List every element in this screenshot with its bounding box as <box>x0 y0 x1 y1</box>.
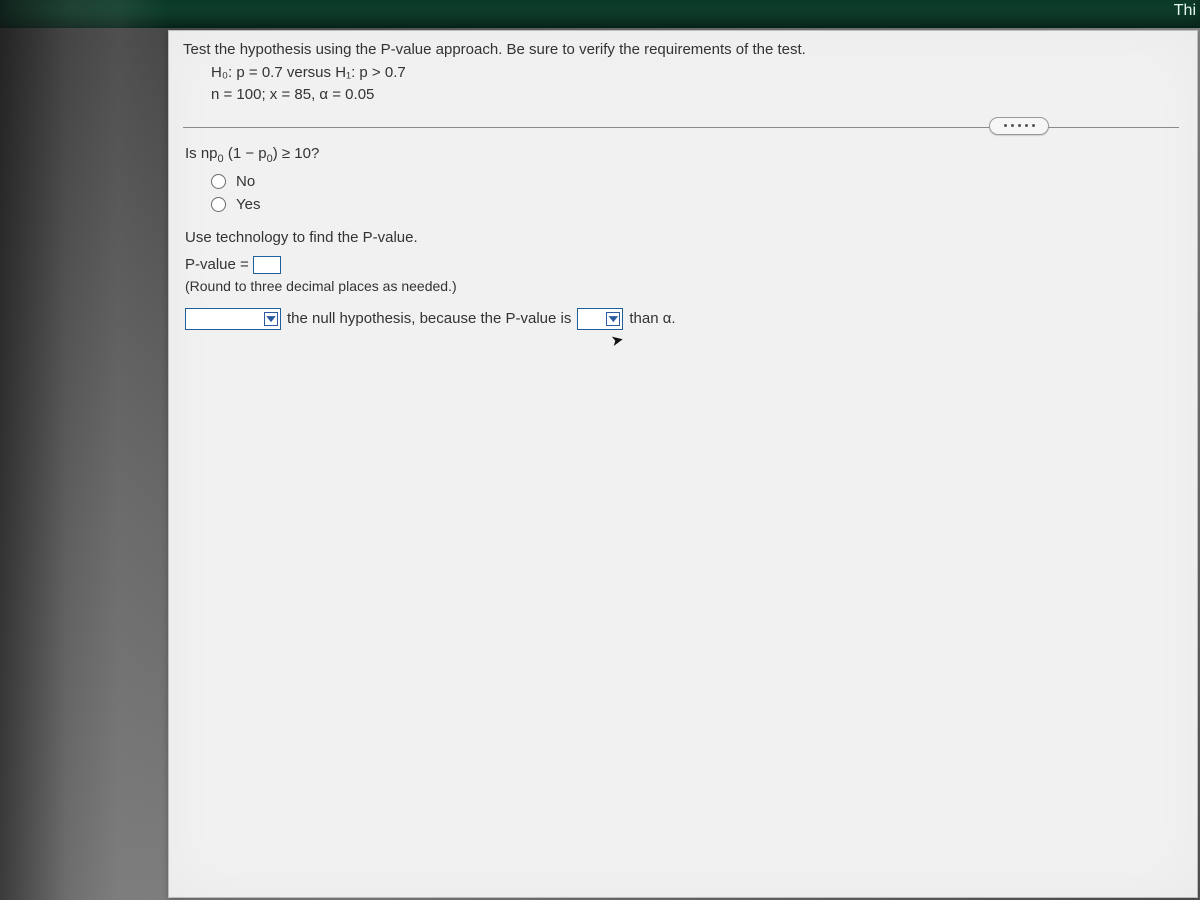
conclusion-row: the null hypothesis, because the P-value… <box>185 308 1179 330</box>
more-options-button[interactable] <box>989 117 1049 135</box>
option-no-label: No <box>236 173 255 190</box>
dot-icon <box>1011 124 1014 127</box>
req-text-1: Is np <box>185 145 218 162</box>
compare-dropdown[interactable] <box>577 308 623 330</box>
option-yes-label: Yes <box>236 196 260 213</box>
dot-icon <box>1004 124 1007 127</box>
requirement-question: Is np0 (1 − p0) ≥ 10? <box>185 145 1179 165</box>
req-text-2: (1 − p <box>228 145 267 162</box>
option-yes-row: Yes <box>211 196 1179 213</box>
question-panel: Test the hypothesis using the P-value ap… <box>168 30 1198 898</box>
photo-edge-blur <box>0 0 168 900</box>
pvalue-row: P-value = <box>185 256 1179 274</box>
dropdown-caret-icon <box>264 312 278 326</box>
decision-dropdown[interactable] <box>185 308 281 330</box>
header-text-fragment: Thi <box>1174 2 1196 20</box>
dropdown-caret-icon <box>606 312 620 326</box>
pvalue-round-note: (Round to three decimal places as needed… <box>185 278 1179 294</box>
pvalue-instruction: Use technology to find the P-value. <box>185 229 1179 246</box>
radio-yes[interactable] <box>211 197 226 212</box>
pvalue-label: P-value = <box>185 256 249 273</box>
pvalue-input[interactable] <box>253 256 281 274</box>
problem-hypotheses: H₀: p = 0.7 versus H₁: p > 0.7 <box>183 62 1179 85</box>
problem-given: n = 100; x = 85, α = 0.05 <box>183 84 1179 107</box>
app-header: Thi <box>0 0 1200 28</box>
mouse-cursor-icon: ➤ <box>609 330 625 350</box>
radio-no[interactable] <box>211 174 226 189</box>
conclusion-text-2: than α. <box>629 310 675 327</box>
req-sub-1: 0 <box>218 153 224 165</box>
problem-intro: Test the hypothesis using the P-value ap… <box>183 39 1179 62</box>
dot-icon <box>1018 124 1021 127</box>
requirement-options: No Yes <box>211 173 1179 213</box>
option-no-row: No <box>211 173 1179 190</box>
problem-statement: Test the hypothesis using the P-value ap… <box>183 39 1179 107</box>
conclusion-text-1: the null hypothesis, because the P-value… <box>287 310 571 327</box>
divider-row <box>183 121 1179 135</box>
req-text-3: ) ≥ 10? <box>273 145 320 162</box>
dot-icon <box>1032 124 1035 127</box>
dot-icon <box>1025 124 1028 127</box>
